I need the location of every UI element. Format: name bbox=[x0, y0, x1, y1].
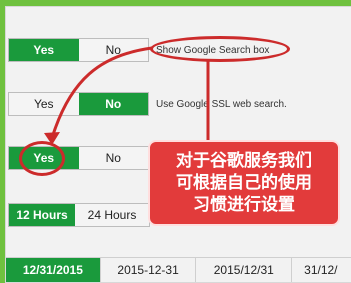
callout-line-3: 习惯进行设置 bbox=[193, 195, 295, 214]
annotation-callout: 对于谷歌服务我们 可根据自己的使用 习惯进行设置 bbox=[148, 140, 340, 226]
annotation-arrow-head bbox=[44, 132, 60, 145]
callout-line-1: 对于谷歌服务我们 bbox=[176, 151, 312, 170]
callout-line-2: 可根据自己的使用 bbox=[176, 173, 312, 192]
annotation-arrow-curve bbox=[50, 46, 153, 139]
